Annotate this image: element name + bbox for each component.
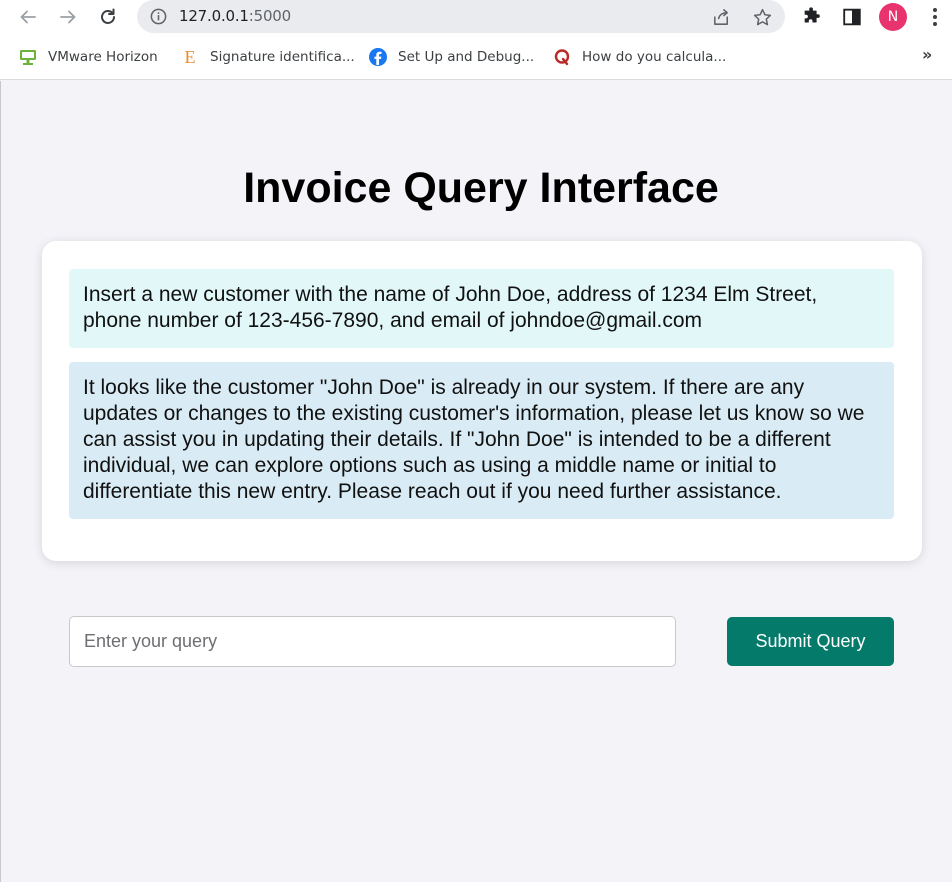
url-port: :5000 [248,7,291,25]
browser-toolbar: 127.0.0.1:5000 N [0,0,952,34]
bookmark-signature[interactable]: E Signature identifica... [180,46,355,68]
bookmark-star-button[interactable] [751,6,773,28]
more-vertical-icon [933,8,937,26]
bookmark-label: How do you calcula... [582,49,727,65]
browser-chrome: 127.0.0.1:5000 N VMware Horizon E Signat… [0,0,952,80]
back-arrow-icon [20,10,36,24]
puzzle-icon [804,7,820,23]
url-host: 127.0.0.1 [179,7,249,25]
query-input[interactable] [69,616,676,667]
share-icon [713,8,728,25]
side-panel-button[interactable] [840,5,864,29]
side-panel-icon [843,8,861,26]
user-message: Insert a new customer with the name of J… [69,269,894,348]
more-bookmarks-button[interactable]: » [922,45,932,64]
svg-text:E: E [185,47,196,67]
url-text[interactable]: 127.0.0.1:5000 [179,7,291,25]
reload-icon [101,8,115,24]
assistant-message: It looks like the customer "John Doe" is… [69,362,894,519]
forward-button[interactable] [54,3,82,31]
forward-arrow-icon [60,10,76,24]
address-bar[interactable]: 127.0.0.1:5000 [137,0,785,33]
extensions-button[interactable] [800,5,824,29]
site-info-icon[interactable] [149,7,168,26]
share-button[interactable] [710,6,732,28]
quora-icon [552,47,572,67]
bookmark-label: VMware Horizon [48,49,158,65]
reload-button[interactable] [94,3,122,31]
submit-query-button[interactable]: Submit Query [727,617,894,666]
page-title: Invoice Query Interface [243,164,719,212]
bookmark-setup-debug[interactable]: Set Up and Debug... [368,46,534,68]
e-logo-icon: E [180,47,200,67]
back-button[interactable] [14,3,42,31]
profile-avatar[interactable]: N [879,3,907,31]
star-icon [753,8,771,25]
bookmark-label: Set Up and Debug... [398,49,535,65]
bookmarks-bar: VMware Horizon E Signature identifica...… [0,40,952,72]
bookmark-label: Signature identifica... [210,49,355,65]
bookmark-quora[interactable]: How do you calcula... [552,46,726,68]
chat-history-card: Insert a new customer with the name of J… [42,241,922,561]
browser-menu-button[interactable] [925,6,945,28]
facebook-icon [368,47,388,67]
vmware-icon [18,47,38,67]
page-content: Invoice Query Interface Insert a new cus… [0,81,952,882]
bookmark-vmware[interactable]: VMware Horizon [18,46,158,68]
